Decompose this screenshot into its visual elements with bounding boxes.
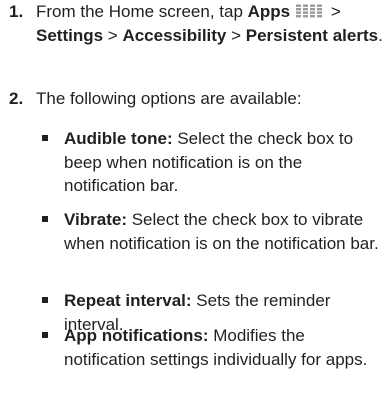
apps-grid-dot [296,8,302,11]
accessibility-label: Accessibility [122,25,227,45]
list-item: Vibrate: Select the check box to vibrate… [0,208,380,255]
apps-grid-dot [296,11,302,14]
settings-label: Settings [36,25,104,45]
persistent-alerts-label: Persistent alerts [245,25,379,45]
apps-grid-dot [317,15,323,18]
option-term: Vibrate: [64,210,127,229]
bullet-square-icon [42,216,48,222]
apps-grid-dot [310,15,316,18]
step-number: 2. [9,89,24,108]
apps-grid-icon [296,4,323,18]
step-number: 1. [9,2,24,21]
apps-grid-dot [296,15,302,18]
bullet-square-icon [42,135,48,141]
option-term: Audible tone: [64,129,173,148]
apps-grid-dot [310,8,316,11]
apps-grid-dot [303,8,309,11]
option-term: Repeat interval: [64,291,192,310]
apps-grid-dot [310,4,316,7]
apps-grid-dot [317,8,323,11]
apps-grid-dot [317,11,323,14]
list-item: App notifications: Modifies the notifica… [0,324,380,371]
apps-grid-dot [303,4,309,7]
step-1: 1. From the Home screen, tap Apps > Sett… [0,0,384,47]
bullet-square-icon [42,332,48,338]
step-2: 2. The following options are available: [0,87,384,111]
apps-grid-dot [310,11,316,14]
list-item: Audible tone: Select the check box to be… [0,127,380,198]
bullet-square-icon [42,297,48,303]
step-text: From the Home screen, tap Apps > Setting… [36,2,383,45]
apps-grid-dot [303,15,309,18]
option-term: App notifications: [64,326,209,345]
apps-label: Apps [247,2,291,21]
apps-grid-dot [303,11,309,14]
step-text: The following options are available: [36,89,302,108]
apps-grid-dot [296,4,302,7]
apps-grid-dot [317,4,323,7]
